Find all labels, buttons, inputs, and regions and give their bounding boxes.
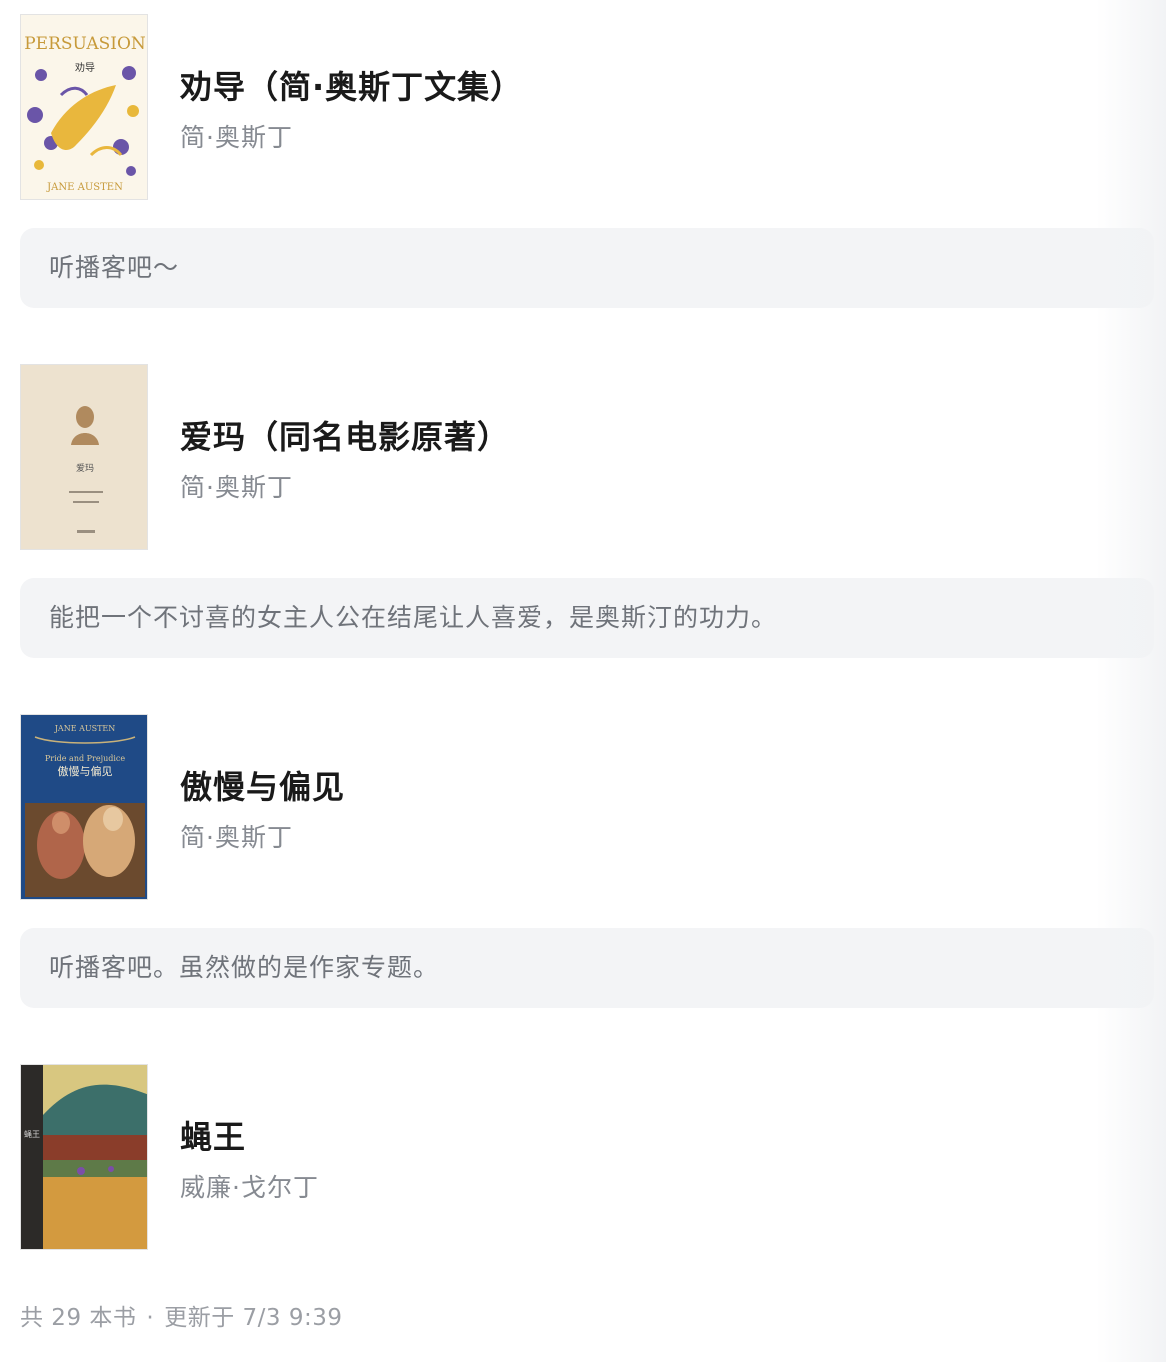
book-item-persuasion[interactable]: PERSUASION 劝导 JANE AUSTEN 劝导（简·奥斯丁文集） 简·… <box>20 14 1154 200</box>
cover-text-title: PERSUASION <box>24 34 146 54</box>
cover-text-cn: 爱玛 <box>76 463 94 474</box>
book-author: 简·奥斯丁 <box>180 123 293 152</box>
book-count: 共 29 本书 <box>20 1305 137 1331</box>
book-title[interactable]: 傲慢与偏见 <box>180 762 345 808</box>
cover-text-cn: 劝导 <box>75 61 95 74</box>
emma-cover-icon[interactable]: 爱玛 <box>20 364 148 550</box>
cover-text-en: Pride and Prejudice <box>45 754 125 763</box>
footer-separator: · <box>146 1305 155 1331</box>
cover-text-cn: 蝇王 <box>24 1129 40 1139</box>
cover-text-author: JANE AUSTEN <box>46 182 123 193</box>
book-title[interactable]: 爱玛（同名电影原著） <box>180 412 510 458</box>
cover-text-cn: 傲慢与偏见 <box>58 764 113 778</box>
book-title[interactable]: 蝇王 <box>180 1112 246 1158</box>
persuasion-cover-icon[interactable]: PERSUASION 劝导 JANE AUSTEN <box>20 14 148 200</box>
book-item-emma[interactable]: 爱玛 爱玛（同名电影原著） 简·奥斯丁 <box>20 364 1154 550</box>
book-item-lord-of-the-flies[interactable]: 蝇王 蝇王 威廉·戈尔丁 <box>20 1064 1154 1250</box>
list-footer: 共 29 本书 · 更新于 7/3 9:39 <box>20 1298 343 1332</box>
book-note: 听播客吧。虽然做的是作家专题。 <box>20 928 1154 1008</box>
pride-and-prejudice-cover-icon[interactable]: JANE AUSTEN Pride and Prejudice 傲慢与偏见 <box>20 714 148 900</box>
book-item-pride-and-prejudice[interactable]: JANE AUSTEN Pride and Prejudice 傲慢与偏见 傲慢… <box>20 714 1154 900</box>
book-author: 威廉·戈尔丁 <box>180 1173 319 1202</box>
book-list-page: PERSUASION 劝导 JANE AUSTEN 劝导（简·奥斯丁文集） 简·… <box>0 0 1166 1362</box>
book-author: 简·奥斯丁 <box>180 823 293 852</box>
updated-time: 更新于 7/3 9:39 <box>164 1305 343 1331</box>
book-note: 听播客吧～ <box>20 228 1154 308</box>
lord-of-the-flies-cover-icon[interactable]: 蝇王 <box>20 1064 148 1250</box>
book-title[interactable]: 劝导（简·奥斯丁文集） <box>180 62 523 108</box>
book-note: 能把一个不讨喜的女主人公在结尾让人喜爱，是奥斯汀的功力。 <box>20 578 1154 658</box>
book-author: 简·奥斯丁 <box>180 473 293 502</box>
cover-text-author: JANE AUSTEN <box>54 724 116 733</box>
